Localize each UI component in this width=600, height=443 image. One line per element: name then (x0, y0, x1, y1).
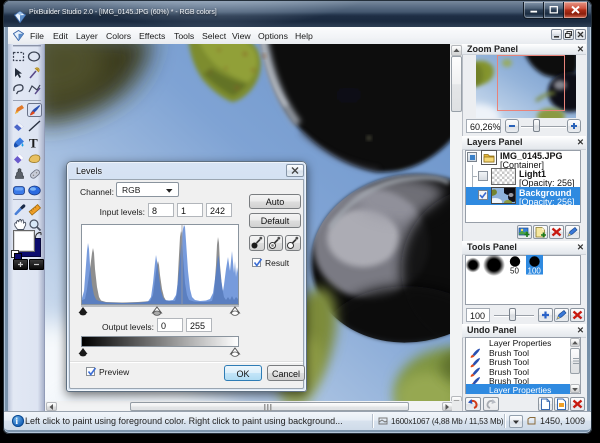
svg-text:100: 100 (528, 267, 542, 276)
svg-text:T: T (29, 136, 38, 151)
svg-text:50: 50 (510, 267, 519, 276)
